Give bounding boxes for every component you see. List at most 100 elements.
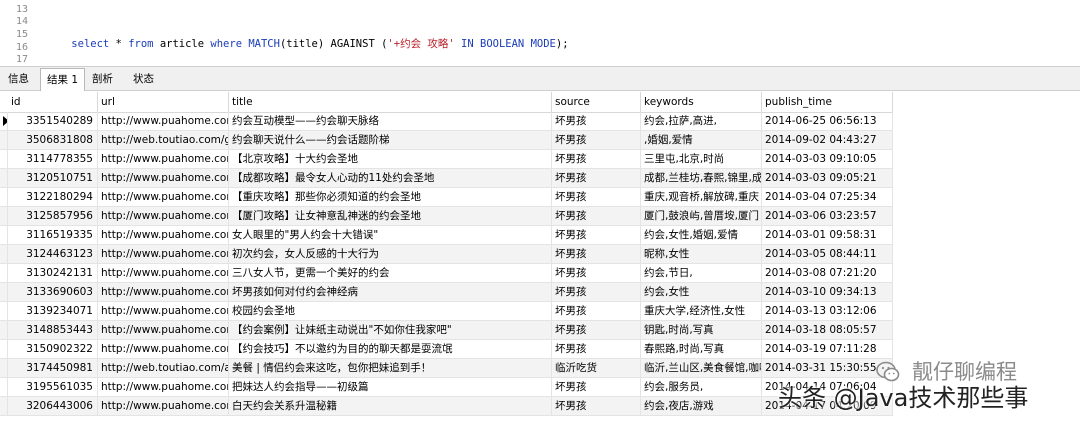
cell-keywords[interactable]: 约会,拉萨,高进,	[641, 112, 762, 130]
cell-url[interactable]: http://www.puahome.com	[98, 150, 229, 168]
cell-title[interactable]: 初次约会，女人反感的十大行为	[229, 245, 552, 263]
cell-id[interactable]: 3124463123	[8, 245, 98, 263]
table-row[interactable]: 3114778355 http://www.puahome.com 【北京攻略】十大…	[0, 150, 893, 169]
cell-publish-time[interactable]: 2014-09-02 04:43:27	[762, 131, 893, 149]
table-row[interactable]: 3139234071 http://www.puahome.com 校园约会圣地 坏男…	[0, 302, 893, 321]
cell-id[interactable]: 3139234071	[8, 302, 98, 320]
table-row[interactable]: 3506831808http://web.toutiao.com/group/约…	[0, 131, 893, 150]
cell-source[interactable]: 坏男孩	[552, 397, 641, 415]
column-header-title[interactable]: title	[229, 92, 552, 112]
tab-profile[interactable]: 剖析	[86, 70, 119, 89]
cell-source[interactable]: 坏男孩	[552, 169, 641, 187]
cell-url[interactable]: http://www.puahome.com	[98, 226, 229, 244]
cell-source[interactable]: 坏男孩	[552, 245, 641, 263]
cell-id[interactable]: 3114778355	[8, 150, 98, 168]
cell-title[interactable]: 【重庆攻略】那些你必须知道的约会圣地	[229, 188, 552, 206]
cell-publish-time[interactable]: 2014-03-03 09:10:05	[762, 150, 893, 168]
cell-keywords[interactable]: 临沂,兰山区,美食餐馆,咖啡	[641, 359, 762, 377]
cell-source[interactable]: 坏男孩	[552, 264, 641, 282]
cell-title[interactable]: 约会互动模型——约会聊天脉络	[229, 112, 552, 130]
row-selector[interactable]	[0, 226, 8, 244]
cell-publish-time[interactable]: 2014-03-08 07:21:20	[762, 264, 893, 282]
cell-keywords[interactable]: 昵称,女性	[641, 245, 762, 263]
cell-keywords[interactable]: 约会,夜店,游戏	[641, 397, 762, 415]
row-selector[interactable]	[0, 283, 8, 301]
tab-info[interactable]: 信息	[2, 70, 35, 89]
cell-title[interactable]: 把妹达人约会指导——初级篇	[229, 378, 552, 396]
cell-keywords[interactable]: 重庆,观音桥,解放碑,重庆	[641, 188, 762, 206]
table-row[interactable]: 3195561035 http://www.puahome.com 把妹达人约会指导…	[0, 378, 893, 397]
row-selector[interactable]	[0, 302, 8, 320]
cell-keywords[interactable]: 三里屯,北京,时尚	[641, 150, 762, 168]
table-row[interactable]: 3150902322 http://www.puahome.com 【约会技巧】不以…	[0, 340, 893, 359]
cell-source[interactable]: 坏男孩	[552, 283, 641, 301]
table-row[interactable]: 3351540289 http://www.puahome.com 约会互动模型——…	[0, 112, 893, 131]
table-row[interactable]: 3130242131 http://www.puahome.com 三八女人节，更需…	[0, 264, 893, 283]
cell-keywords[interactable]: 重庆大学,经济性,女性	[641, 302, 762, 320]
cell-url[interactable]: http://www.puahome.com	[98, 340, 229, 358]
row-selector[interactable]	[0, 150, 8, 168]
cell-id[interactable]: 3125857956	[8, 207, 98, 225]
cell-publish-time[interactable]: 2014-06-25 06:56:13	[762, 112, 893, 130]
cell-title[interactable]: 美餐 | 情侣约会来这吃，包你把妹追到手！	[229, 359, 552, 377]
row-selector[interactable]	[0, 112, 8, 130]
column-header-id[interactable]: id	[8, 92, 98, 112]
cell-id[interactable]: 3195561035	[8, 378, 98, 396]
table-row[interactable]: 3116519335 http://www.puahome.com 女人眼里的"男人…	[0, 226, 893, 245]
cell-keywords[interactable]: 约会,女性,婚姻,爱情	[641, 226, 762, 244]
cell-source[interactable]: 坏男孩	[552, 302, 641, 320]
cell-keywords[interactable]: 厦门,鼓浪屿,曾厝垵,厦门	[641, 207, 762, 225]
cell-id[interactable]: 3351540289	[8, 112, 98, 130]
cell-title[interactable]: 三八女人节，更需一个美好的约会	[229, 264, 552, 282]
cell-id[interactable]: 3206443006	[8, 397, 98, 415]
cell-publish-time[interactable]: 2014-03-05 08:44:11	[762, 245, 893, 263]
cell-source[interactable]: 坏男孩	[552, 131, 641, 149]
cell-keywords[interactable]: 春熙路,时尚,写真	[641, 340, 762, 358]
cell-id[interactable]: 3130242131	[8, 264, 98, 282]
row-selector[interactable]	[0, 321, 8, 339]
cell-keywords[interactable]: 约会,节日,	[641, 264, 762, 282]
cell-publish-time[interactable]: 2014-03-19 07:11:28	[762, 340, 893, 358]
table-row[interactable]: 3133690603 http://www.puahome.com 坏男孩如何对付约…	[0, 283, 893, 302]
cell-keywords[interactable]: 成都,兰桂坊,春熙,锦里,成都	[641, 169, 762, 187]
cell-source[interactable]: 坏男孩	[552, 378, 641, 396]
cell-id[interactable]: 3120510751	[8, 169, 98, 187]
cell-publish-time[interactable]: 2014-03-18 08:05:57	[762, 321, 893, 339]
cell-keywords[interactable]: ,婚姻,爱情	[641, 131, 762, 149]
cell-publish-time[interactable]: 2014-03-06 03:23:57	[762, 207, 893, 225]
cell-title[interactable]: 【厦门攻略】让女神意乱神迷的约会圣地	[229, 207, 552, 225]
row-selector[interactable]	[0, 359, 8, 377]
sql-editor[interactable]: 13 14 15 16 17 select * from article whe…	[0, 0, 1080, 66]
cell-title[interactable]: 女人眼里的"男人约会十大错误"	[229, 226, 552, 244]
cell-title[interactable]: 坏男孩如何对付约会神经病	[229, 283, 552, 301]
cell-title[interactable]: 白天约会关系升温秘籍	[229, 397, 552, 415]
cell-id[interactable]: 3116519335	[8, 226, 98, 244]
cell-url[interactable]: http://web.toutiao.com/group/	[98, 131, 229, 149]
column-header-publish-time[interactable]: publish_time	[762, 92, 893, 112]
table-row[interactable]: 3148853443 http://www.puahome.com 【约会案例】让妹…	[0, 321, 893, 340]
cell-id[interactable]: 3174450981	[8, 359, 98, 377]
cell-id[interactable]: 3122180294	[8, 188, 98, 206]
row-selector[interactable]	[0, 340, 8, 358]
row-selector[interactable]	[0, 264, 8, 282]
table-row[interactable]: 3124463123 http://www.puahome.com 初次约会，女人反…	[0, 245, 893, 264]
cell-source[interactable]: 坏男孩	[552, 188, 641, 206]
cell-publish-time[interactable]: 2014-03-01 09:58:31	[762, 226, 893, 244]
cell-url[interactable]: http://www.puahome.com	[98, 283, 229, 301]
row-selector[interactable]	[0, 131, 8, 149]
cell-title[interactable]: 【约会案例】让妹纸主动说出"不如你住我家吧"	[229, 321, 552, 339]
cell-source[interactable]: 坏男孩	[552, 340, 641, 358]
cell-title[interactable]: 【北京攻略】十大约会圣地	[229, 150, 552, 168]
tab-status[interactable]: 状态	[127, 70, 160, 89]
cell-keywords[interactable]: 约会,女性	[641, 283, 762, 301]
cell-source[interactable]: 坏男孩	[552, 112, 641, 130]
cell-source[interactable]: 坏男孩	[552, 321, 641, 339]
column-header-url[interactable]: url	[98, 92, 229, 112]
tab-result-1[interactable]: 结果 1	[40, 68, 86, 91]
cell-publish-time[interactable]: 2014-03-03 09:05:21	[762, 169, 893, 187]
cell-publish-time[interactable]: 2014-03-10 09:34:13	[762, 283, 893, 301]
cell-title[interactable]: 【约会技巧】不以邀约为目的的聊天都是耍流氓	[229, 340, 552, 358]
sql-query-line[interactable]: select * from article where MATCH(title)…	[46, 20, 568, 50]
cell-url[interactable]: http://www.puahome.com	[98, 302, 229, 320]
cell-url[interactable]: http://www.puahome.com	[98, 245, 229, 263]
